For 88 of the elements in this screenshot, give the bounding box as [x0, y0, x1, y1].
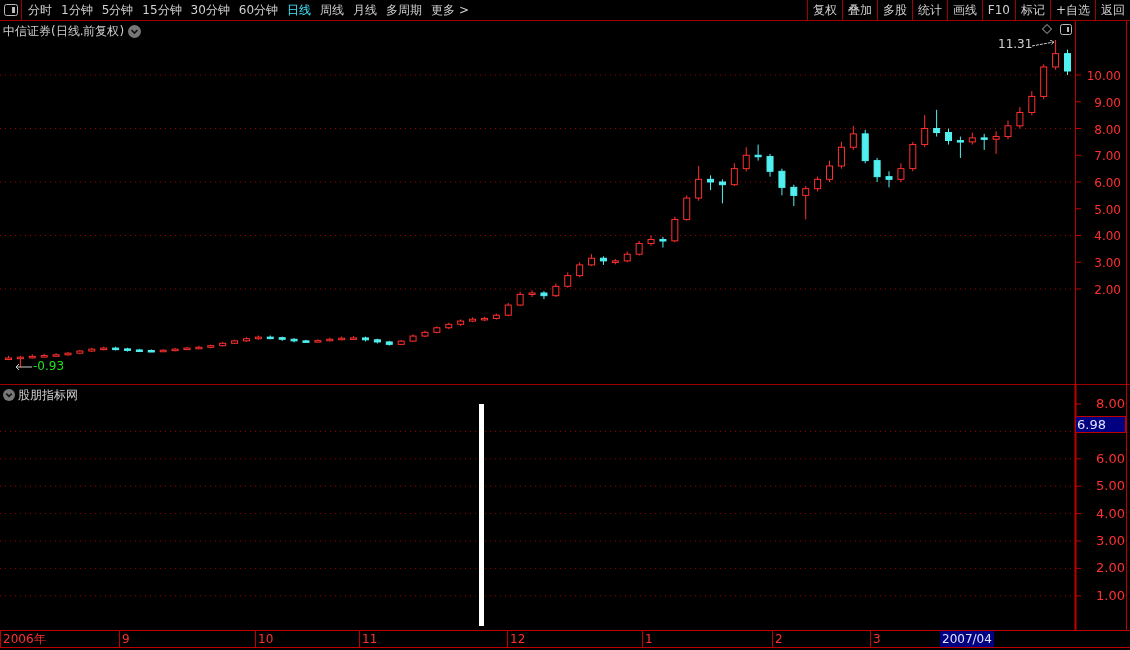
- period-tab[interactable]: 周线: [320, 1, 345, 19]
- toolbar-button[interactable]: 叠加: [841, 0, 877, 20]
- toolbar-button[interactable]: 复权: [806, 0, 842, 20]
- candlestick: [742, 146, 750, 172]
- candlestick: [992, 130, 1000, 155]
- period-tab[interactable]: 1分钟: [61, 1, 93, 19]
- candlestick: [766, 153, 774, 178]
- candlestick: [1028, 90, 1036, 116]
- dropdown-icon[interactable]: [3, 389, 15, 401]
- high-price-label: 11.31: [998, 38, 1033, 50]
- current-value-label: 6.98: [1075, 416, 1126, 433]
- panel-toggle-icon[interactable]: [3, 4, 18, 16]
- candlestick: [826, 160, 834, 183]
- date-label: 12: [507, 631, 526, 647]
- candlestick: [671, 216, 679, 243]
- candlestick: [897, 162, 905, 183]
- period-tab[interactable]: 30分钟: [190, 1, 230, 19]
- date-label: 1: [642, 631, 653, 647]
- value-label: 6.00: [1096, 451, 1125, 465]
- toolbar-button[interactable]: F10: [981, 0, 1015, 20]
- toolbar-button[interactable]: 多股: [876, 0, 912, 20]
- low-price-label: -0.93: [33, 360, 65, 372]
- value-label: 8.00: [1096, 397, 1125, 410]
- candlestick: [683, 194, 691, 222]
- price-label: 4.00: [1094, 229, 1121, 244]
- toolbar-button[interactable]: 标记: [1014, 0, 1050, 20]
- period-tab[interactable]: 5分钟: [101, 1, 134, 19]
- dropdown-icon[interactable]: [128, 24, 142, 38]
- toolbar-button[interactable]: 返回: [1095, 0, 1130, 20]
- candlestick: [1052, 39, 1060, 71]
- candlestick: [528, 289, 536, 298]
- candlestick: [1004, 119, 1012, 140]
- price-label: 6.00: [1094, 176, 1121, 190]
- candlestick: [778, 168, 786, 196]
- panel-toggle-icon[interactable]: [1060, 24, 1072, 35]
- candlestick: [933, 109, 941, 138]
- chart-title: 中信证券(日线.前复权): [3, 23, 125, 40]
- price-label: 8.00: [1094, 122, 1121, 137]
- value-label: 2.00: [1096, 561, 1125, 575]
- candlestick: [540, 290, 548, 300]
- indicator-title: 股朋指标网: [18, 387, 78, 404]
- candlestick: [647, 235, 655, 247]
- date-label: 2: [772, 631, 783, 647]
- price-label: 9.00: [1094, 95, 1121, 110]
- period-tab[interactable]: 15分钟: [142, 1, 182, 19]
- period-tab[interactable]: 月线: [353, 1, 378, 19]
- period-tab[interactable]: 分时: [28, 1, 52, 19]
- candlestick: [837, 141, 845, 170]
- period-tab[interactable]: 日线: [287, 1, 312, 19]
- current-date-label: 2007/04: [940, 631, 994, 647]
- price-label: 3.00: [1094, 256, 1121, 271]
- date-label: 10: [255, 631, 274, 647]
- arrow-icon: [1032, 40, 1056, 48]
- candlestick: [802, 185, 810, 220]
- value-label: 1.00: [1096, 588, 1125, 602]
- price-label: 10.00: [1086, 69, 1121, 83]
- price-label: 2.00: [1094, 283, 1121, 297]
- period-tab[interactable]: 60分钟: [238, 1, 279, 19]
- date-label: 2006年: [0, 631, 46, 647]
- toolbar-button[interactable]: 统计: [911, 0, 947, 20]
- candlestick: [718, 178, 726, 204]
- candlestick: [754, 144, 762, 162]
- toolbar-button[interactable]: +自选: [1049, 0, 1095, 20]
- date-label: 11: [359, 631, 378, 647]
- value-label: 4.00: [1096, 506, 1125, 520]
- price-label: 7.00: [1094, 149, 1121, 164]
- candlestick: [921, 114, 929, 148]
- date-label: 9: [119, 631, 130, 647]
- date-label: 3: [870, 631, 881, 647]
- candlestick: [695, 165, 703, 202]
- price-label: 5.00: [1094, 202, 1121, 217]
- candlestick: [730, 162, 738, 187]
- value-label: 3.00: [1096, 534, 1125, 547]
- diamond-icon[interactable]: [1042, 24, 1052, 34]
- value-label: 5.00: [1096, 479, 1125, 493]
- candlestick: [790, 184, 798, 207]
- candlestick: [873, 157, 881, 183]
- candlestick: [1064, 49, 1071, 76]
- toolbar-button[interactable]: 画线: [946, 0, 982, 20]
- candlestick: [64, 351, 72, 357]
- candlestick: [1016, 106, 1024, 130]
- candlestick: [849, 125, 857, 151]
- candlestick: [659, 236, 667, 249]
- period-tab[interactable]: 多周期: [386, 1, 423, 19]
- candlestick: [885, 170, 893, 188]
- candlestick: [956, 136, 964, 159]
- period-tab[interactable]: 更多 >: [431, 1, 469, 19]
- arrow-icon: [15, 363, 33, 371]
